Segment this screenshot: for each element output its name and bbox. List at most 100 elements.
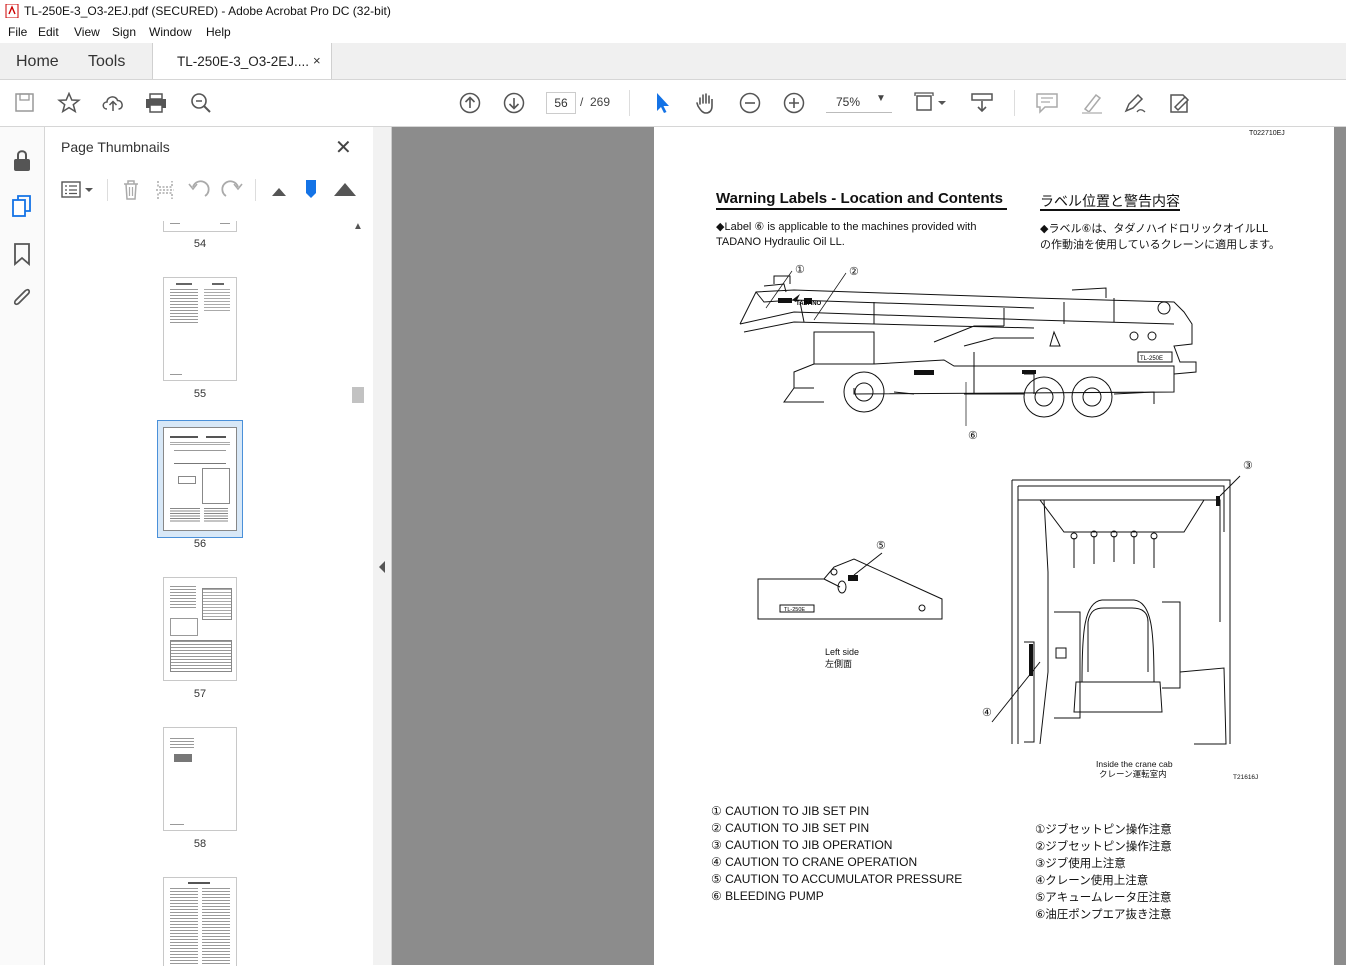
crane-side-view-drawing: TADANO TL-250E <box>739 270 1197 426</box>
thumbnail-size-slider-icon[interactable] <box>304 179 318 199</box>
upload-cloud-icon[interactable] <box>101 92 125 114</box>
zoom-level-select[interactable]: 75% ▼ <box>826 92 892 113</box>
tab-home[interactable]: Home <box>16 53 59 71</box>
label-list-jp-1: ①ジブセットピン操作注意 <box>1035 822 1172 836</box>
left-side-caption-en: Left side <box>825 647 860 657</box>
page-separator: / <box>580 95 584 109</box>
attachment-icon[interactable] <box>11 287 33 311</box>
left-side-caption-jp: 左側面 <box>825 660 853 670</box>
page-thumbnail-55[interactable] <box>163 277 237 381</box>
print-icon[interactable] <box>144 92 168 114</box>
callout-6: ⑥ <box>968 430 978 442</box>
page-number-input[interactable]: 56 <box>546 92 576 114</box>
chevron-down-icon: ▼ <box>876 93 886 104</box>
page-thumbnails-icon[interactable] <box>11 194 33 218</box>
scroll-up-icon[interactable]: ▲ <box>353 221 363 232</box>
detail-model-plate: TL-250E <box>784 607 805 613</box>
star-icon[interactable] <box>57 91 81 114</box>
crane-cab-interior-drawing <box>991 475 1241 745</box>
close-panel-icon[interactable]: ✕ <box>335 135 352 160</box>
panel-title: Page Thumbnails <box>61 139 170 155</box>
document-viewer[interactable]: T022710EJ Warning Labels - Location and … <box>392 127 1346 965</box>
options-menu-icon[interactable] <box>61 181 95 199</box>
lock-icon[interactable] <box>11 149 33 173</box>
callout-3: ③ <box>1243 460 1253 472</box>
zoom-search-icon[interactable] <box>189 92 213 114</box>
select-cursor-icon[interactable] <box>650 92 674 114</box>
label-list-en-1: ① CAUTION TO JIB SET PIN <box>711 804 870 818</box>
note-japanese-line1: ◆ラベル⑥は、タダノハイドロリックオイルLL <box>1040 222 1269 235</box>
next-page-icon[interactable] <box>502 92 526 114</box>
document-code: T022710EJ <box>1249 130 1285 137</box>
figure-code: T21616J <box>1233 774 1259 781</box>
heading-japanese: ラベル位置と警告内容 <box>1040 194 1180 210</box>
extract-page-icon[interactable] <box>155 179 175 201</box>
label-list-jp-3: ③ジブ使用上注意 <box>1035 856 1126 870</box>
menu-view[interactable]: View <box>74 25 100 39</box>
window-title: TL-250E-3_O3-2EJ.pdf (SECURED) - Adobe A… <box>24 4 391 18</box>
tab-tools[interactable]: Tools <box>88 53 125 71</box>
menu-sign[interactable]: Sign <box>112 25 136 39</box>
document-tab-label: TL-250E-3_O3-2EJ.... <box>177 54 310 69</box>
save-icon[interactable] <box>13 92 37 114</box>
previous-page-icon[interactable] <box>458 92 482 114</box>
thumbnail-scrollbar[interactable]: ▲ <box>350 221 366 965</box>
label-list-en-5: ⑤ CAUTION TO ACCUMULATOR PRESSURE <box>711 872 963 886</box>
delete-page-icon[interactable] <box>121 179 141 201</box>
page-number-label: 57 <box>193 688 207 700</box>
title-bar: TL-250E-3_O3-2EJ.pdf (SECURED) - Adobe A… <box>0 0 1346 22</box>
main-toolbar: 56 / 269 75% ▼ <box>0 80 1346 127</box>
toolbar-divider <box>255 179 256 201</box>
thumbnail-size-large-icon[interactable] <box>333 181 357 197</box>
rotate-counterclockwise-icon[interactable] <box>188 179 210 201</box>
menu-bar: File Edit View Sign Window Help <box>0 22 1346 43</box>
note-japanese-line2: の作動油を使用しているクレーンに適用します。 <box>1040 238 1281 251</box>
callout-1: ① <box>795 264 805 276</box>
label-list-en-4: ④ CAUTION TO CRANE OPERATION <box>711 855 918 869</box>
menu-file[interactable]: File <box>8 25 27 39</box>
page-number-label: 55 <box>193 388 207 400</box>
zoom-level-value: 75% <box>836 95 861 109</box>
page-thumbnail-57[interactable] <box>163 577 237 681</box>
left-side-detail-drawing: TL-250E <box>757 552 943 620</box>
scroll-mode-icon[interactable] <box>970 92 994 114</box>
zoom-out-icon[interactable] <box>738 92 762 114</box>
bookmark-icon[interactable] <box>12 242 32 266</box>
callout-4: ④ <box>982 707 992 719</box>
label-list-en-6: ⑥ BLEEDING PUMP <box>711 889 824 903</box>
crane-model-plate: TL-250E <box>1140 356 1163 362</box>
menu-edit[interactable]: Edit <box>38 25 59 39</box>
page-thumbnail-58[interactable] <box>163 727 237 831</box>
zoom-in-icon[interactable] <box>782 92 806 114</box>
page-thumbnail-59[interactable] <box>163 877 237 966</box>
rotate-clockwise-icon[interactable] <box>221 179 243 201</box>
tab-bar: Home Tools TL-250E-3_O3-2EJ.... × <box>0 43 1346 80</box>
page-number-label: 56 <box>193 538 207 550</box>
page-thumbnail-54[interactable] <box>163 221 237 232</box>
panel-splitter[interactable] <box>373 127 392 965</box>
heading-english: Warning Labels - Location and Contents <box>716 190 1003 207</box>
tab-document[interactable]: TL-250E-3_O3-2EJ.... × <box>152 43 332 79</box>
close-tab-icon[interactable]: × <box>313 53 321 68</box>
thumbnail-size-small-icon[interactable] <box>271 185 287 197</box>
page-total: 269 <box>590 95 611 109</box>
highlight-icon[interactable] <box>1080 92 1104 114</box>
crane-brand-mark: TADANO <box>796 301 822 307</box>
menu-window[interactable]: Window <box>149 25 192 39</box>
label-list-jp-2: ②ジブセットピン操作注意 <box>1035 839 1172 853</box>
fill-sign-icon[interactable] <box>1167 92 1191 114</box>
page-thumbnail-56[interactable] <box>163 427 237 531</box>
menu-help[interactable]: Help <box>206 25 231 39</box>
comment-icon[interactable] <box>1035 92 1059 114</box>
label-list-en-2: ② CAUTION TO JIB SET PIN <box>711 821 870 835</box>
page-fit-icon[interactable] <box>914 92 948 114</box>
scrollbar-thumb[interactable] <box>352 387 364 403</box>
collapse-panel-icon[interactable] <box>378 561 386 573</box>
hand-tool-icon[interactable] <box>694 92 718 114</box>
thumbnails-panel: Page Thumbnails ✕ 54 55 56 57 58 ▲ <box>45 127 374 966</box>
heading-underline <box>1040 209 1180 211</box>
toolbar-divider <box>1014 90 1015 116</box>
acrobat-icon <box>5 4 19 18</box>
sign-pen-icon[interactable] <box>1123 92 1147 114</box>
page-number-label: 54 <box>193 238 207 250</box>
